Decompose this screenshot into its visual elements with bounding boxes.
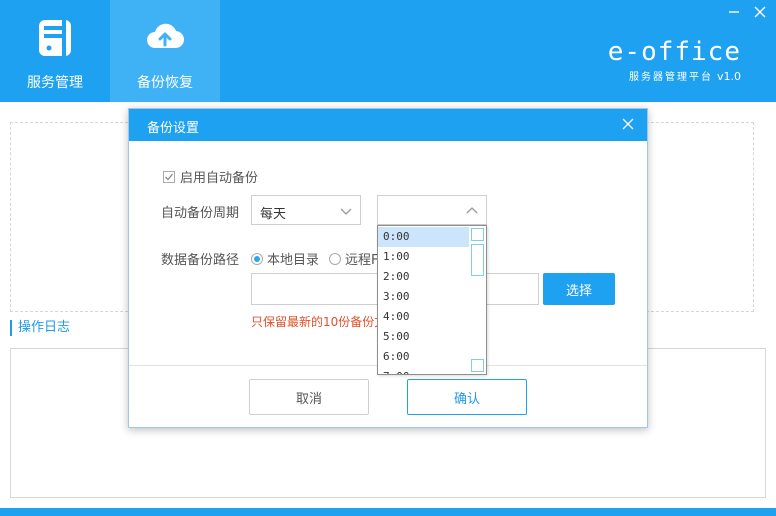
- time-option-7[interactable]: 7:00: [378, 367, 470, 374]
- brand-name: e-office: [607, 37, 741, 67]
- time-option-6[interactable]: 6:00: [378, 347, 470, 367]
- app-header: 服务管理 备份恢复 e-office 服务器管理平台 v1.0: [0, 0, 776, 102]
- close-icon[interactable]: [752, 4, 768, 20]
- path-label: 数据备份路径: [161, 253, 240, 268]
- scroll-up-button[interactable]: [471, 228, 484, 241]
- chevron-down-icon: [340, 208, 352, 215]
- time-dropdown-list[interactable]: 0:00 1:00 2:00 3:00 4:00 5:00 6:00 7:00: [377, 225, 487, 375]
- cloud-upload-icon: [110, 18, 220, 58]
- scroll-down-button[interactable]: [471, 359, 484, 372]
- auto-backup-checkbox[interactable]: [163, 170, 175, 183]
- auto-backup-label: 启用自动备份: [180, 171, 259, 186]
- time-option-3[interactable]: 3:00: [378, 287, 470, 307]
- chevron-up-icon: [466, 207, 478, 214]
- bottom-bar: [0, 508, 776, 516]
- nav-service-management[interactable]: 服务管理: [0, 0, 110, 102]
- path-type-group: 本地目录 远程FT: [251, 249, 386, 268]
- period-label: 自动备份周期: [161, 206, 240, 221]
- dropdown-scrollbar[interactable]: [469, 226, 486, 374]
- radio-local-dir-label[interactable]: 本地目录: [267, 249, 319, 268]
- time-option-0[interactable]: 0:00: [378, 227, 470, 247]
- time-option-4[interactable]: 4:00: [378, 307, 470, 327]
- time-select[interactable]: [377, 195, 487, 225]
- radio-local-dir[interactable]: [251, 252, 263, 265]
- cancel-button[interactable]: 取消: [249, 379, 369, 415]
- choose-path-button[interactable]: 选择: [543, 273, 615, 305]
- nav-label: 服务管理: [27, 75, 83, 91]
- period-select[interactable]: 每天: [251, 195, 361, 225]
- operation-log-title: 操作日志: [10, 320, 70, 336]
- brand-logo: e-office 服务器管理平台 v1.0: [608, 38, 741, 83]
- period-value: 每天: [260, 207, 287, 222]
- retention-hint: 只保留最新的10份备份文: [251, 315, 387, 329]
- dialog-title: 备份设置: [147, 121, 200, 136]
- brand-subtitle: 服务器管理平台: [628, 72, 713, 83]
- nav-backup-restore[interactable]: 备份恢复: [110, 0, 220, 102]
- auto-backup-toggle[interactable]: 启用自动备份: [163, 167, 258, 186]
- brand-version: v1.0: [716, 70, 741, 83]
- radio-remote-ftp[interactable]: [329, 252, 342, 265]
- server-icon: [0, 18, 110, 58]
- time-option-2[interactable]: 2:00: [378, 267, 470, 287]
- confirm-button[interactable]: 确认: [407, 379, 527, 415]
- close-icon[interactable]: [621, 117, 635, 131]
- nav-label: 备份恢复: [137, 75, 193, 91]
- dialog-header: 备份设置: [129, 109, 647, 141]
- scroll-thumb[interactable]: [471, 244, 484, 276]
- time-option-5[interactable]: 5:00: [378, 327, 470, 347]
- time-option-1[interactable]: 1:00: [378, 247, 470, 267]
- minimize-icon[interactable]: [726, 4, 742, 20]
